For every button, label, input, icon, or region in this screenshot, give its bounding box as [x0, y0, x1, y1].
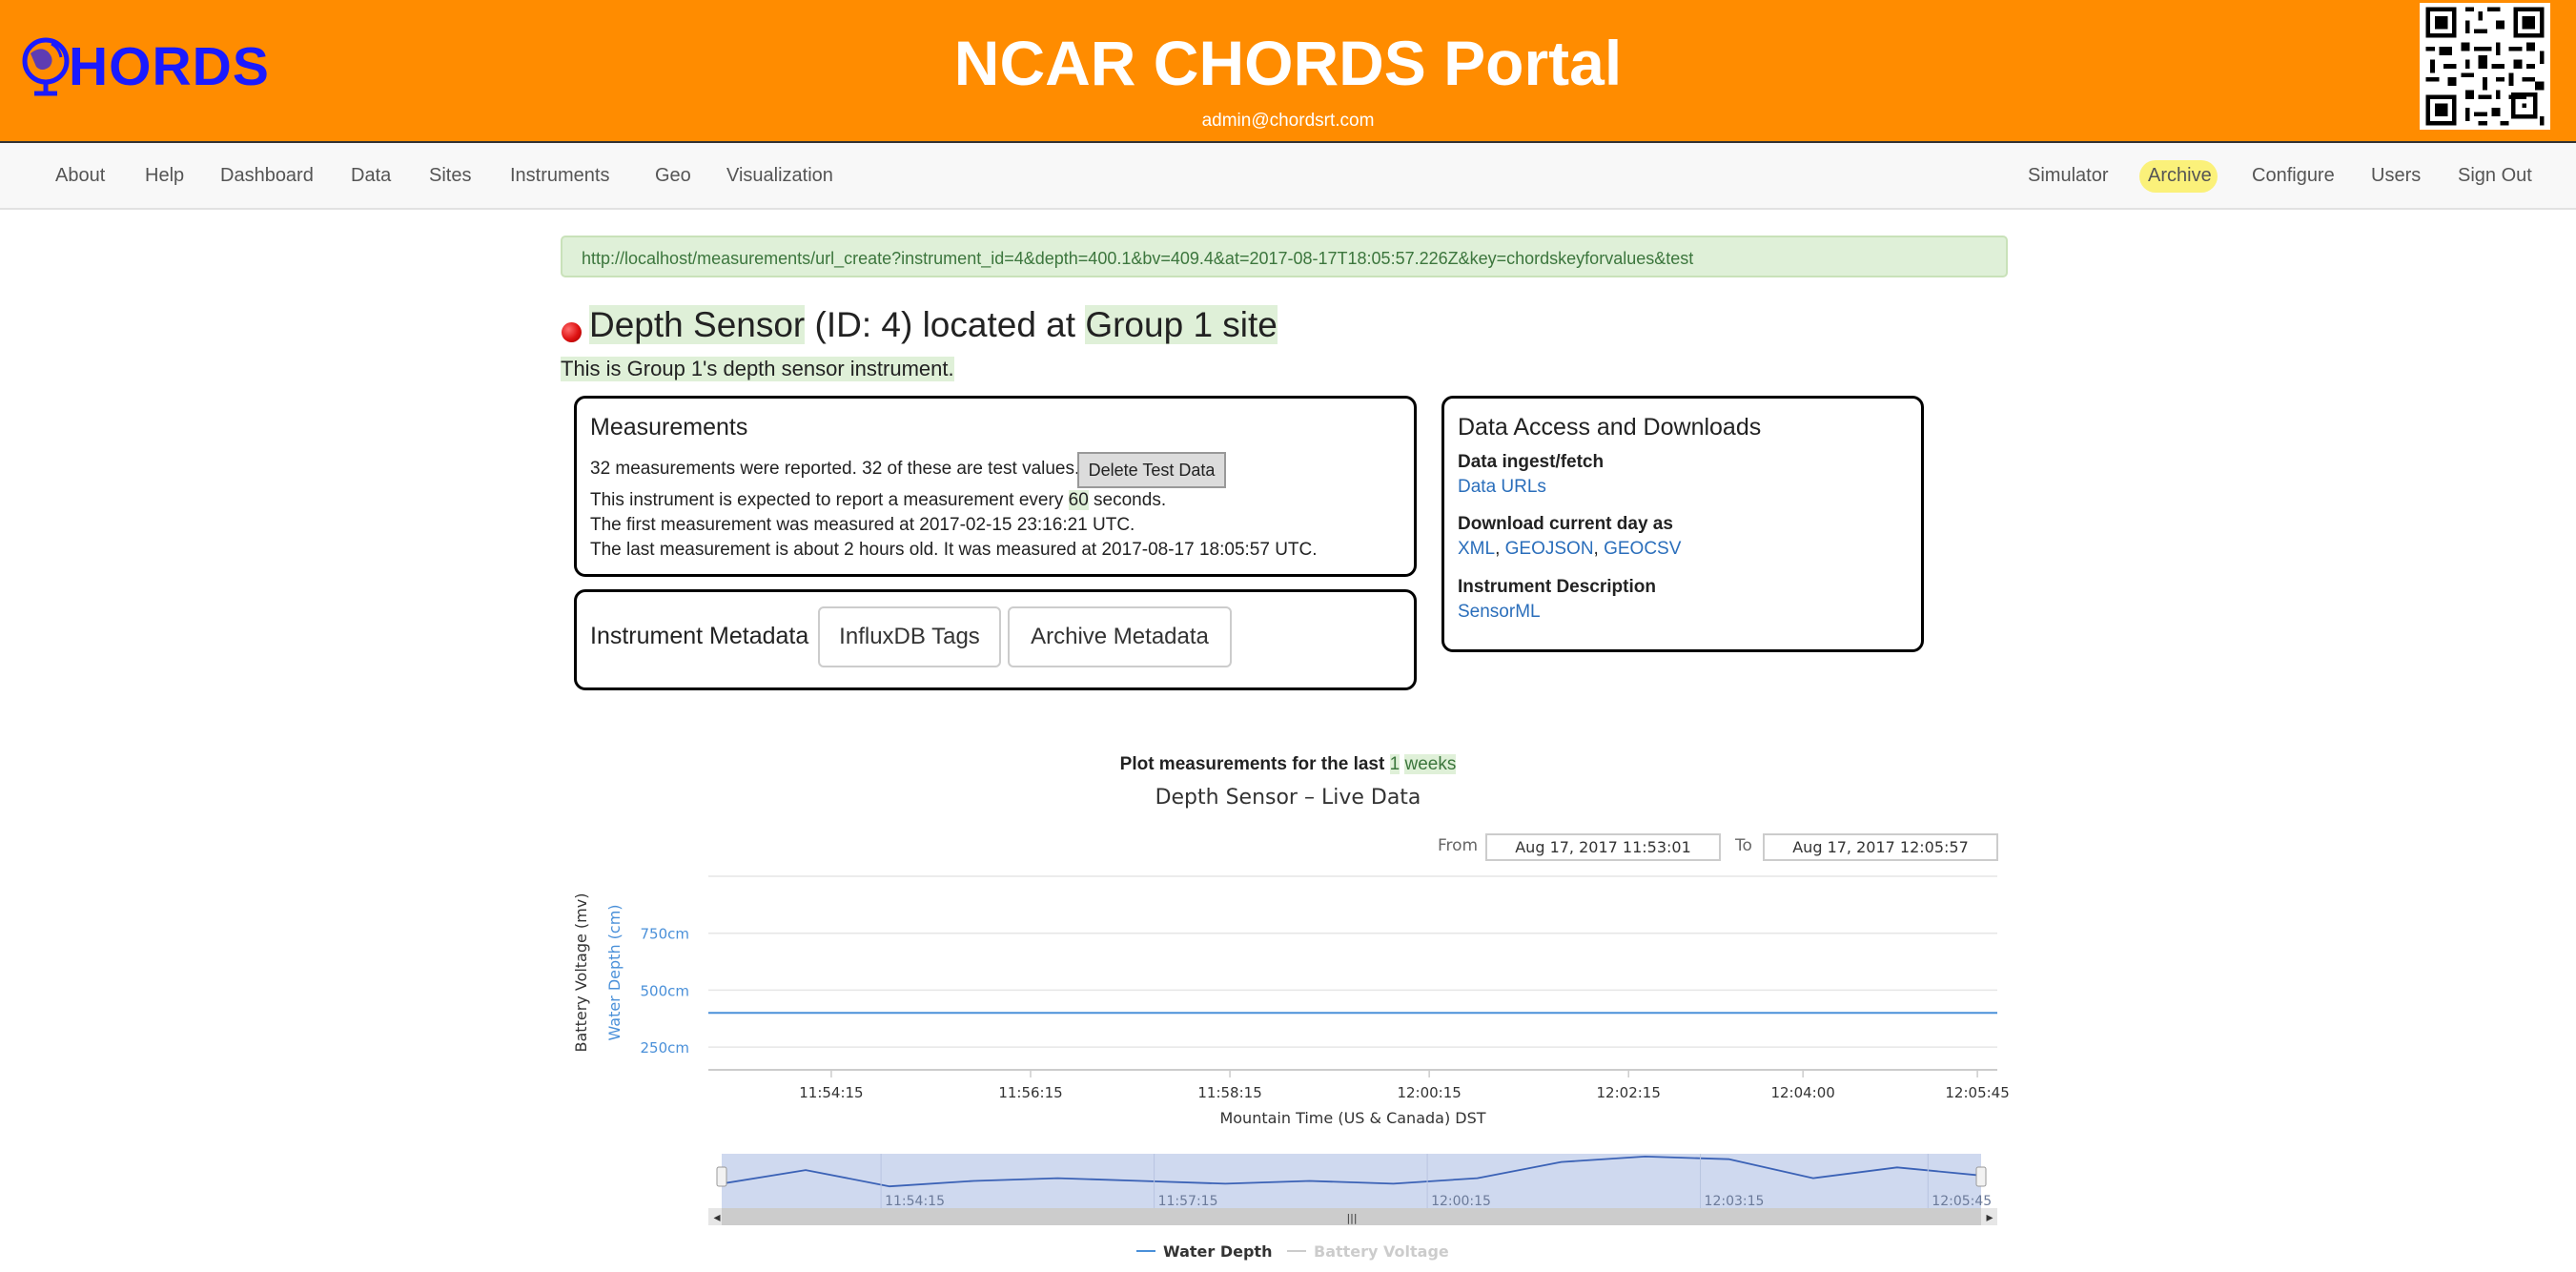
y-tick-label: 750cm: [641, 926, 690, 943]
legend-item-water-depth[interactable]: Water Depth: [1163, 1242, 1272, 1261]
x-tick-label: 12:05:45: [1945, 1084, 2009, 1101]
navigator-left-handle[interactable]: [716, 1166, 727, 1187]
instrument-id: (ID: 4) located at: [814, 305, 1076, 344]
plot-period-unit[interactable]: weeks: [1404, 754, 1457, 774]
nav-geo[interactable]: Geo: [655, 143, 691, 208]
navigator-tick-label: 11:54:15: [885, 1194, 945, 1209]
y-axis-label-battery: Battery Voltage (mv): [572, 893, 590, 1053]
portal-title: NCAR CHORDS Portal: [953, 28, 1623, 98]
nav-visualization[interactable]: Visualization: [726, 143, 833, 208]
interval-suffix: seconds.: [1094, 490, 1167, 510]
plot-caption-prefix: Plot measurements for the last: [1119, 754, 1385, 774]
last-measurement: The last measurement is about 2 hours ol…: [590, 540, 1318, 560]
range-to-label: To: [1735, 836, 1752, 855]
data-access-title: Data Access and Downloads: [1458, 414, 1762, 441]
range-from-input[interactable]: Aug 17, 2017 11:53:01: [1485, 833, 1721, 861]
range-from-label: From: [1438, 836, 1479, 855]
x-tick-label: 12:00:15: [1397, 1084, 1461, 1101]
range-to-input[interactable]: Aug 17, 2017 12:05:57: [1763, 833, 1998, 861]
nav-simulator[interactable]: Simulator: [2028, 143, 2108, 208]
nav-sites[interactable]: Sites: [429, 143, 471, 208]
data-urls-link[interactable]: Data URLs: [1458, 477, 1546, 498]
nav-instruments[interactable]: Instruments: [510, 143, 609, 208]
nav-help[interactable]: Help: [145, 143, 184, 208]
scroll-left-arrow-icon: ◂: [713, 1210, 720, 1225]
y-tick-label: 250cm: [641, 1039, 690, 1057]
measurements-title: Measurements: [590, 414, 748, 441]
first-measurement: The first measurement was measured at 20…: [590, 515, 1135, 535]
y-axis-label-depth: Water Depth (cm): [605, 904, 624, 1040]
description-heading: Instrument Description: [1458, 577, 1656, 597]
download-heading: Download current day as: [1458, 514, 1673, 534]
download-format-links: XML, GEOJSON, GEOCSV: [1458, 539, 1682, 559]
nav-archive[interactable]: Archive: [2148, 143, 2212, 208]
navigator-tick-label: 12:00:15: [1431, 1194, 1491, 1209]
plot-period-value[interactable]: 1: [1389, 754, 1400, 774]
depth-chart[interactable]: 250cm 500cm 750cm Battery Voltage (mv) Water…: [553, 863, 2021, 1272]
instrument-metadata-panel: Instrument Metadata InfluxDB Tags Archiv…: [574, 589, 1417, 690]
measurement-interval: This instrument is expected to report a …: [590, 490, 1166, 511]
sensorml-link[interactable]: SensorML: [1458, 602, 1541, 623]
measurement-url-alert[interactable]: http://localhost/measurements/url_create…: [561, 236, 2008, 277]
legend-item-battery-voltage[interactable]: Battery Voltage: [1314, 1242, 1449, 1261]
nav-data[interactable]: Data: [351, 143, 391, 208]
x-tick-label: 11:58:15: [1197, 1084, 1261, 1101]
x-tick-label: 11:54:15: [799, 1084, 863, 1101]
x-axis-label: Mountain Time (US & Canada) DST: [1219, 1109, 1485, 1127]
delete-test-data-button[interactable]: Delete Test Data: [1077, 452, 1226, 488]
interval-prefix: This instrument is expected to report a …: [590, 490, 1064, 510]
nav-about[interactable]: About: [55, 143, 105, 208]
x-tick-label: 11:56:15: [998, 1084, 1062, 1101]
geojson-link[interactable]: GEOJSON: [1505, 539, 1594, 559]
archive-metadata-button[interactable]: Archive Metadata: [1008, 606, 1232, 667]
xml-link[interactable]: XML: [1458, 539, 1495, 559]
instrument-description: This is Group 1's depth sensor instrumen…: [561, 357, 954, 381]
geocsv-link[interactable]: GEOCSV: [1604, 539, 1681, 559]
scrollbar-grip-icon: |||: [1346, 1212, 1357, 1224]
user-email: admin@chordsrt.com: [1201, 111, 1375, 131]
nav-users[interactable]: Users: [2371, 143, 2421, 208]
instrument-name: Depth Sensor: [589, 305, 806, 344]
data-access-panel: Data Access and Downloads Data ingest/fe…: [1441, 396, 1924, 652]
nav-dashboard[interactable]: Dashboard: [220, 143, 314, 208]
instrument-heading: Depth Sensor (ID: 4) located at Group 1 …: [589, 305, 1278, 345]
site-header: HORDS NCAR CHORDS Portal admin@chordsrt.…: [0, 0, 2576, 143]
scroll-right-arrow-icon: ▸: [1986, 1210, 1993, 1225]
x-tick-label: 12:04:00: [1770, 1084, 1834, 1101]
nav-configure[interactable]: Configure: [2252, 143, 2335, 208]
status-indicator-icon: [562, 322, 582, 342]
x-tick-label: 12:02:15: [1597, 1084, 1661, 1101]
qr-code-icon: [2420, 3, 2550, 130]
interval-value: 60: [1068, 490, 1089, 510]
ingest-heading: Data ingest/fetch: [1458, 452, 1605, 472]
y-tick-label: 500cm: [641, 982, 690, 999]
chart-title: Depth Sensor – Live Data: [1155, 786, 1421, 810]
navigator-tick-label: 12:05:45: [1932, 1194, 1992, 1209]
nav-sign-out[interactable]: Sign Out: [2458, 143, 2532, 208]
navigator-right-handle[interactable]: [1975, 1166, 1987, 1187]
measurements-reported: 32 measurements were reported. 32 of the…: [590, 459, 1080, 479]
navigator-tick-label: 11:57:15: [1158, 1194, 1218, 1209]
plot-caption: Plot measurements for the last 1 weeks: [0, 754, 2576, 775]
instrument-site: Group 1 site: [1085, 305, 1278, 344]
metadata-title: Instrument Metadata: [590, 623, 809, 649]
measurements-panel: Measurements 32 measurements were report…: [574, 396, 1417, 577]
influxdb-tags-button[interactable]: InfluxDB Tags: [818, 606, 1001, 667]
navigator-tick-label: 12:03:15: [1705, 1194, 1765, 1209]
